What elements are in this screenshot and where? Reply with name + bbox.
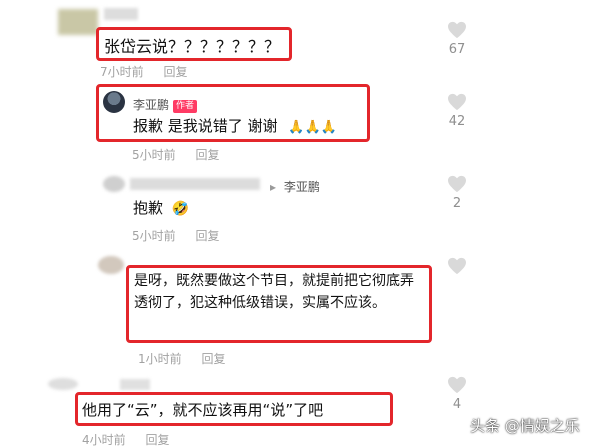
comment-time: 7小时前	[100, 65, 144, 79]
avatar[interactable]	[48, 378, 78, 390]
comment-time: 5小时前	[132, 148, 176, 162]
reply-button[interactable]: 回复	[163, 65, 187, 79]
comment-time: 1小时前	[138, 352, 182, 366]
comment-meta: 5小时前 回复	[132, 146, 219, 163]
reply-arrow-icon: ▸	[270, 180, 277, 194]
avatar[interactable]	[58, 9, 98, 35]
heart-outline-icon[interactable]	[447, 175, 467, 193]
comment-time: 5小时前	[132, 229, 176, 243]
comment-text: 他用了“云”，就不应该再用“说”了吧	[82, 401, 324, 419]
reply-button[interactable]: 回复	[201, 352, 225, 366]
reply-button[interactable]: 回复	[145, 433, 169, 446]
reply-to-row: ▸ 李亚鹏	[270, 178, 320, 195]
emoji-rofl: 🤣	[171, 201, 190, 217]
like-count: 4	[452, 397, 462, 412]
reply-to-username[interactable]: 李亚鹏	[284, 180, 320, 194]
author-badge: 作者	[173, 100, 198, 113]
like-count: 67	[448, 42, 466, 57]
comment-text-row: 抱歉 🤣	[133, 197, 189, 218]
comment-text: 抱歉	[133, 199, 164, 217]
comment-username[interactable]: 李亚鹏	[133, 98, 169, 112]
comment-meta: 5小时前 回复	[132, 227, 219, 244]
comment-text: 报歉 是我说错了 谢谢	[133, 117, 278, 135]
heart-outline-icon[interactable]	[447, 376, 467, 394]
heart-outline-icon[interactable]	[447, 257, 467, 275]
watermark: 头条 @情娱之乐	[470, 417, 580, 435]
comment-meta: 7小时前 回复	[100, 63, 187, 80]
like-count: 42	[448, 114, 466, 129]
comment-username-row: 李亚鹏 作者	[133, 94, 198, 113]
reply-button[interactable]: 回复	[195, 148, 219, 162]
comment-text: 张岱云说？？？？？？？	[104, 37, 281, 56]
comment-meta: 4小时前 回复	[82, 431, 169, 446]
avatar[interactable]	[103, 91, 125, 113]
heart-outline-icon[interactable]	[447, 21, 467, 39]
comment-time: 4小时前	[82, 433, 126, 446]
comment-meta: 1小时前 回复	[138, 350, 225, 367]
comment-text-row: 报歉 是我说错了 谢谢 🙏🙏🙏	[133, 115, 337, 136]
username-blurred	[120, 379, 150, 390]
username-blurred	[104, 8, 138, 20]
heart-outline-icon[interactable]	[447, 93, 467, 111]
avatar[interactable]	[98, 256, 124, 274]
emoji-folded-hands: 🙏🙏🙏	[288, 120, 337, 135]
username-blurred	[130, 178, 260, 190]
like-count: 2	[452, 196, 462, 211]
comment-text: 是呀，既然要做这个节目，就提前把它彻底弄透彻了，犯这种低级错误，实属不应该。	[134, 273, 414, 311]
reply-button[interactable]: 回复	[195, 229, 219, 243]
avatar[interactable]	[103, 176, 125, 192]
